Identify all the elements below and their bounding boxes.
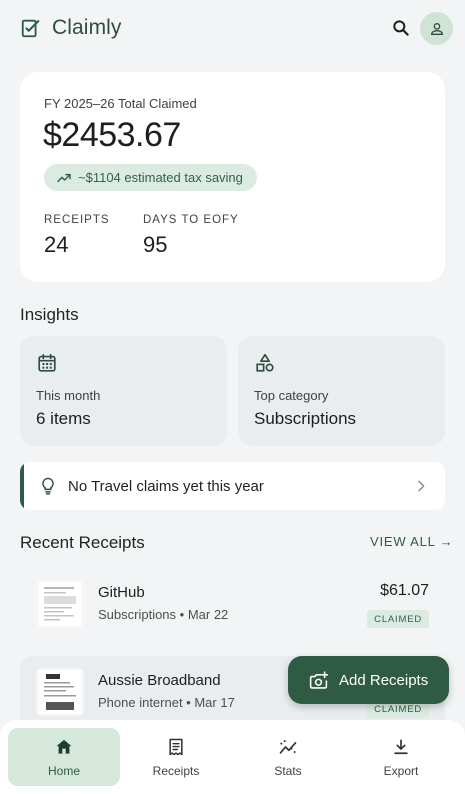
claimed-badge: CLAIMED: [367, 610, 429, 628]
total-claimed: $2453.67: [43, 116, 181, 154]
view-all-link[interactable]: VIEW ALL →: [370, 534, 453, 549]
days-stat-value: 95: [143, 232, 168, 257]
insight-card-top-category[interactable]: Top category Subscriptions: [238, 336, 445, 446]
nav-receipts[interactable]: Receipts: [120, 728, 232, 786]
insight-value: Subscriptions: [254, 409, 357, 428]
trending-up-icon: [57, 173, 71, 182]
receipt-meta: Subscriptions • Mar 22: [98, 607, 229, 622]
stats-icon: [279, 740, 297, 754]
download-icon: [394, 739, 408, 755]
travel-tip-banner[interactable]: No Travel claims yet this year: [20, 462, 445, 510]
nav-label: Stats: [274, 764, 302, 778]
nav-home[interactable]: Home: [8, 728, 120, 786]
days-to-eofy-stat: DAYS TO EOFY 95: [143, 214, 239, 258]
fy-label: FY 2025–26 Total Claimed: [44, 96, 197, 111]
insight-card-this-month[interactable]: This month 6 items: [20, 336, 227, 446]
search-button[interactable]: [389, 16, 413, 40]
receipt-merchant: Aussie Broadband: [98, 672, 221, 689]
top-app-bar: Claimly: [0, 0, 465, 60]
receipts-stat-label: RECEIPTS: [44, 214, 110, 226]
insights-title: Insights: [20, 305, 79, 324]
bottom-navigation: Home Receipts Stats Export: [0, 720, 465, 794]
person-icon: [430, 22, 443, 35]
receipts-stat: RECEIPTS 24: [44, 214, 110, 258]
receipt-thumbnail: [36, 668, 84, 716]
category-icon: [256, 353, 274, 372]
receipt-meta: Phone internet • Mar 17: [98, 695, 235, 710]
receipt-row[interactable]: GitHub Subscriptions • Mar 22 $61.07 CLA…: [20, 568, 445, 648]
tip-text: No Travel claims yet this year: [68, 477, 264, 495]
nav-label: Export: [383, 764, 419, 778]
nav-export[interactable]: Export: [345, 728, 457, 786]
tax-saving-text: ~$1104 estimated tax saving: [78, 170, 243, 185]
account-avatar-button[interactable]: [420, 12, 453, 45]
receipt-thumbnail: [36, 580, 84, 628]
search-icon: [393, 20, 409, 36]
insight-caption: This month: [36, 388, 101, 403]
lightbulb-icon: [42, 477, 54, 495]
calendar-icon: [38, 353, 56, 372]
add-photo-icon: [309, 670, 329, 689]
brand: Claimly: [20, 16, 122, 40]
nav-label: Receipts: [152, 764, 200, 778]
nav-label: Home: [47, 764, 80, 778]
add-receipts-button[interactable]: Add Receipts: [288, 656, 449, 704]
chevron-right-icon: [418, 480, 425, 492]
insight-caption: Top category: [254, 388, 329, 403]
recent-receipts-title: Recent Receipts: [20, 533, 145, 552]
home-icon: [56, 739, 72, 754]
nav-stats[interactable]: Stats: [232, 728, 344, 786]
receipt-amount: $61.07: [380, 582, 429, 599]
receipts-stat-value: 24: [44, 232, 69, 257]
tax-saving-chip: ~$1104 estimated tax saving: [44, 164, 257, 191]
receipt-icon: [169, 738, 183, 756]
insight-value: 6 items: [36, 409, 91, 428]
add-receipts-label: Add Receipts: [339, 671, 429, 689]
summary-card: FY 2025–26 Total Claimed $2453.67 ~$1104…: [20, 72, 445, 282]
days-stat-label: DAYS TO EOFY: [143, 214, 239, 226]
tip-accent-bar: [20, 462, 24, 510]
receipt-merchant: GitHub: [98, 584, 145, 601]
app-title: Claimly: [52, 16, 122, 39]
logo-checklist-icon: [21, 19, 40, 38]
